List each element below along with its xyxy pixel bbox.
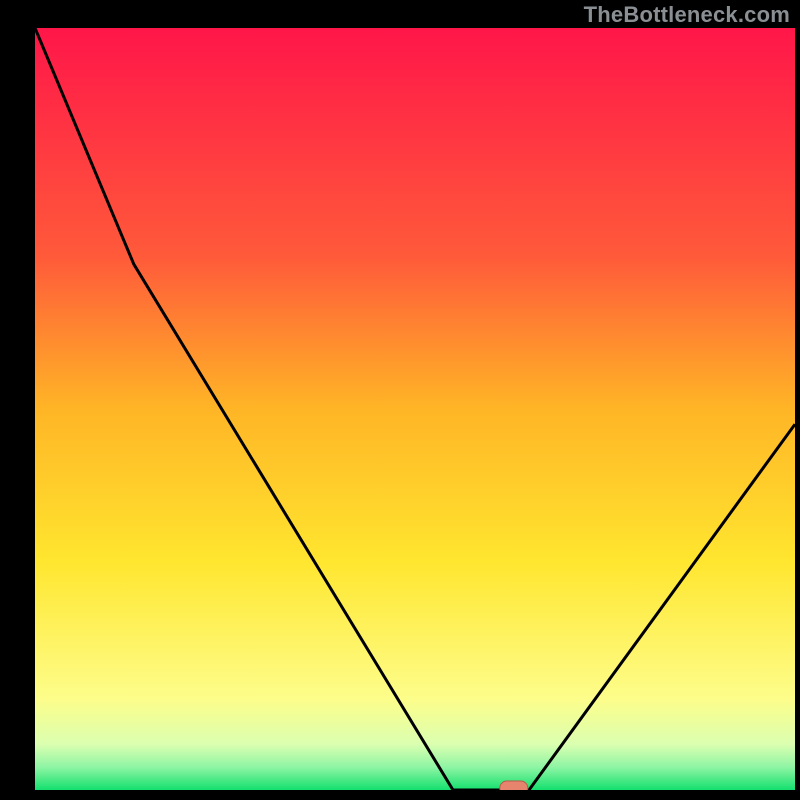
optimal-marker — [500, 781, 528, 790]
plot-area — [35, 28, 795, 790]
bottleneck-chart-frame: TheBottleneck.com — [0, 0, 800, 800]
gradient-background — [35, 28, 795, 790]
watermark-label: TheBottleneck.com — [584, 2, 790, 28]
chart-svg — [35, 28, 795, 790]
